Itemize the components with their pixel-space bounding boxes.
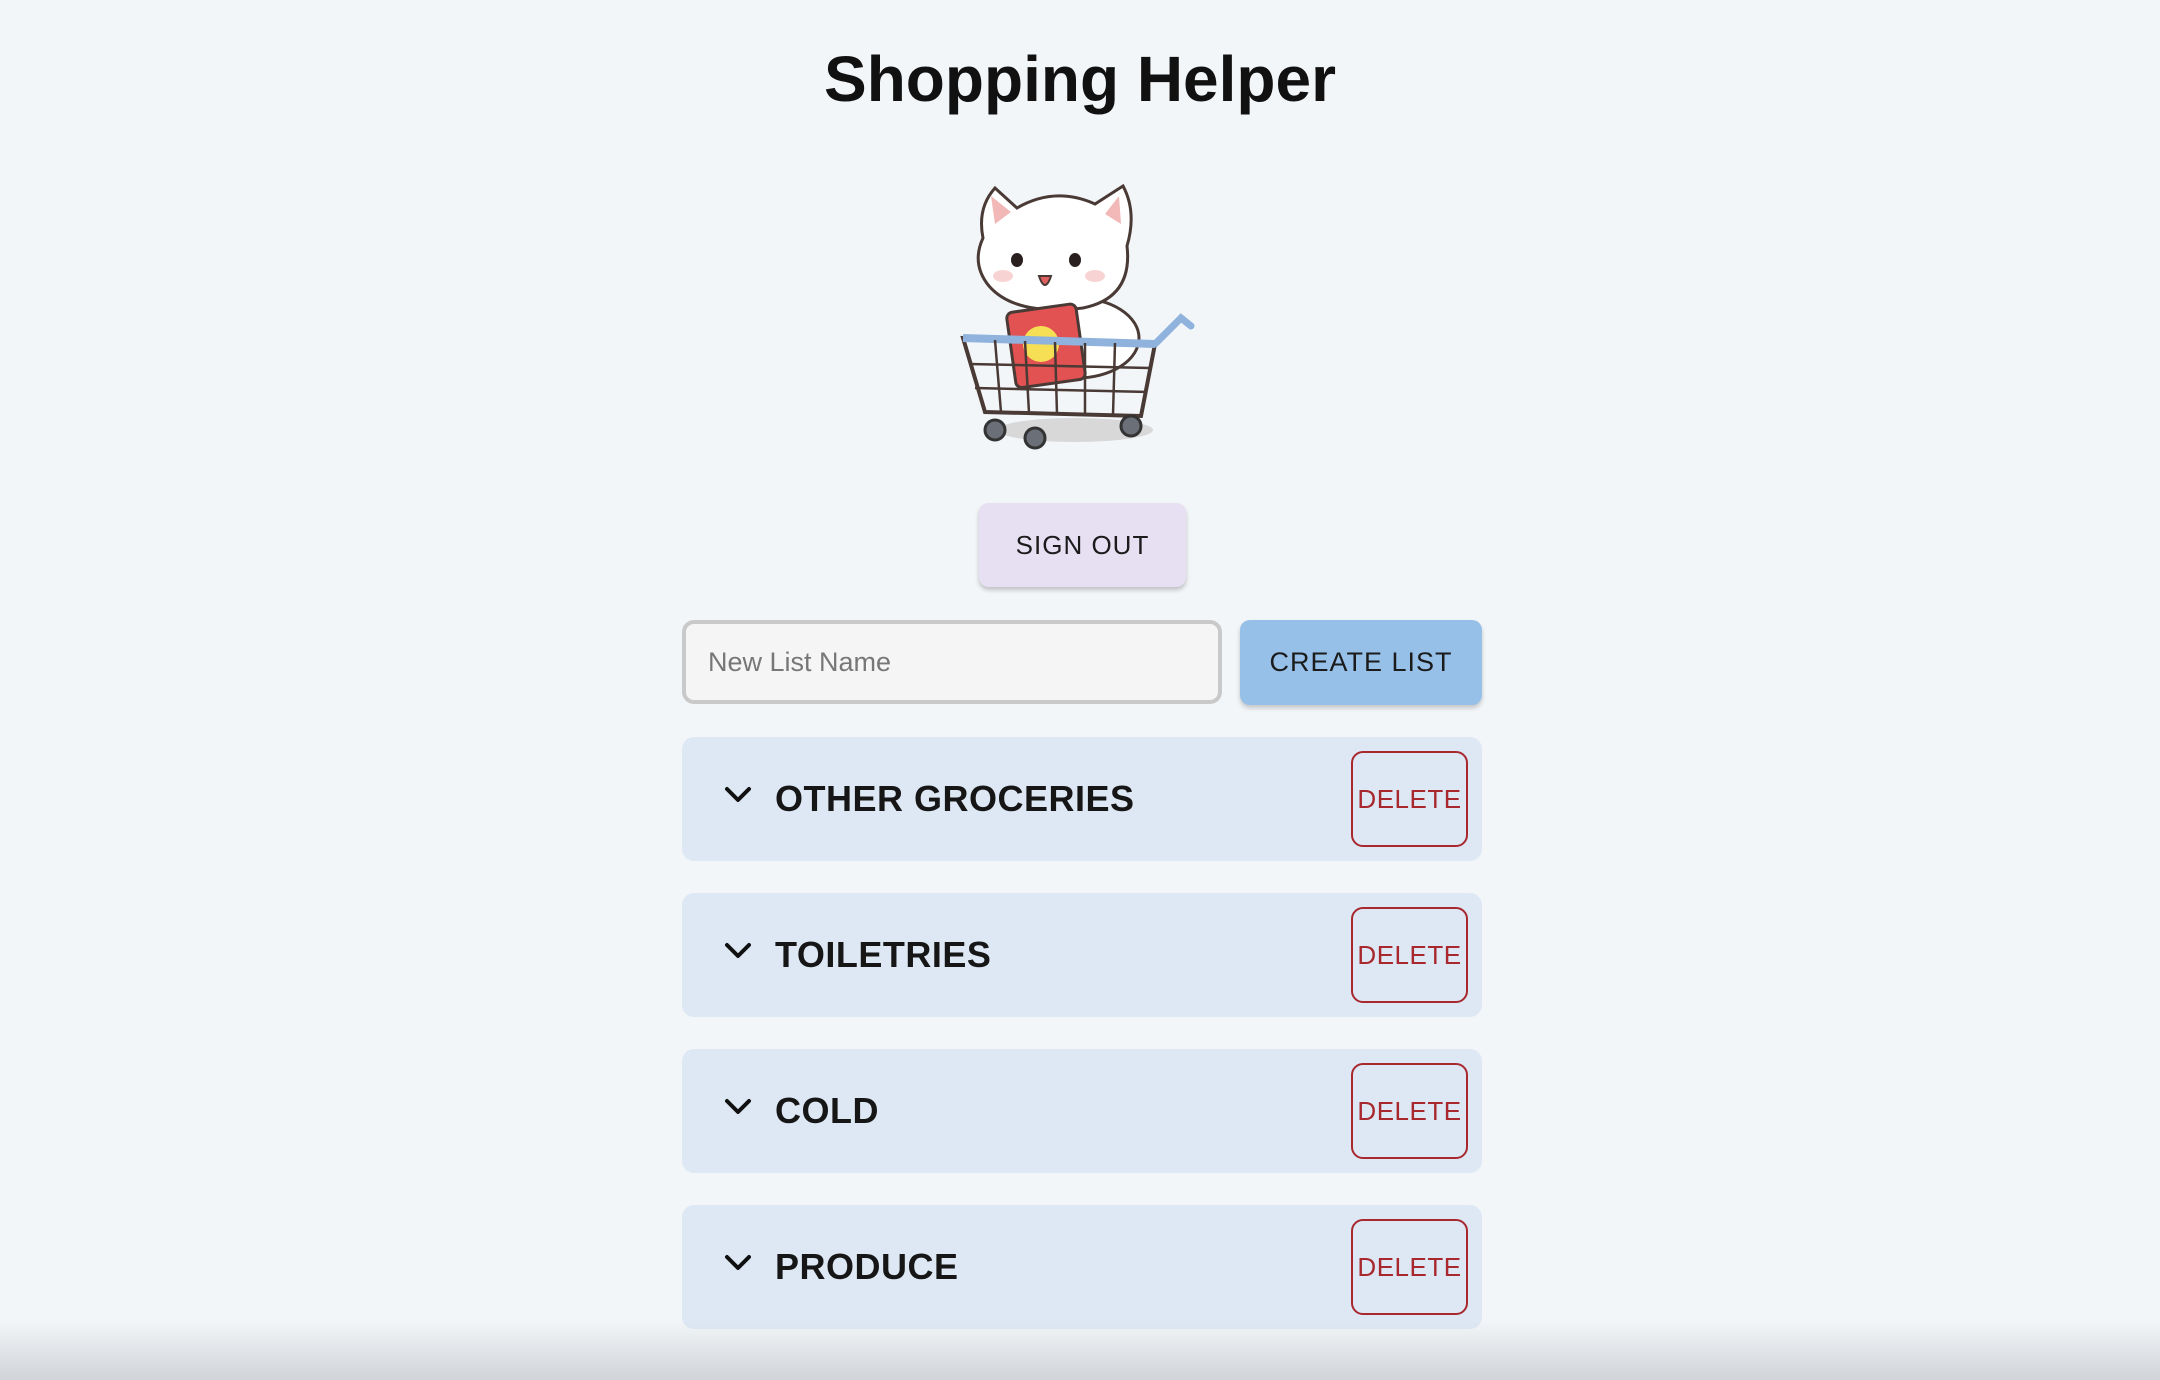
list-item[interactable]: OTHER GROCERIES DELETE [682, 737, 1482, 861]
cat-in-shopping-cart-icon [960, 183, 1195, 450]
delete-list-button[interactable]: DELETE [1351, 907, 1468, 1003]
list-item[interactable]: COLD DELETE [682, 1049, 1482, 1173]
page-bottom-fade [0, 1320, 2160, 1380]
chevron-down-icon[interactable] [722, 1247, 754, 1279]
sign-out-button[interactable]: SIGN OUT [979, 503, 1186, 587]
list-name: PRODUCE [775, 1246, 959, 1287]
delete-list-button[interactable]: DELETE [1351, 751, 1468, 847]
new-list-name-input[interactable] [682, 620, 1222, 704]
list-name: OTHER GROCERIES [775, 778, 1135, 819]
delete-list-button[interactable]: DELETE [1351, 1063, 1468, 1159]
chevron-down-icon[interactable] [722, 935, 754, 967]
list-item[interactable]: TOILETRIES DELETE [682, 893, 1482, 1017]
list-name: TOILETRIES [775, 934, 992, 975]
list-name: COLD [775, 1090, 879, 1131]
chevron-down-icon[interactable] [722, 779, 754, 811]
page-title: Shopping Helper [824, 43, 1336, 115]
chevron-down-icon[interactable] [722, 1091, 754, 1123]
delete-list-button[interactable]: DELETE [1351, 1219, 1468, 1315]
shopping-lists: OTHER GROCERIES DELETE TOILETRIES DELETE… [682, 737, 1482, 1361]
list-item[interactable]: PRODUCE DELETE [682, 1205, 1482, 1329]
create-list-button[interactable]: CREATE LIST [1240, 620, 1482, 705]
